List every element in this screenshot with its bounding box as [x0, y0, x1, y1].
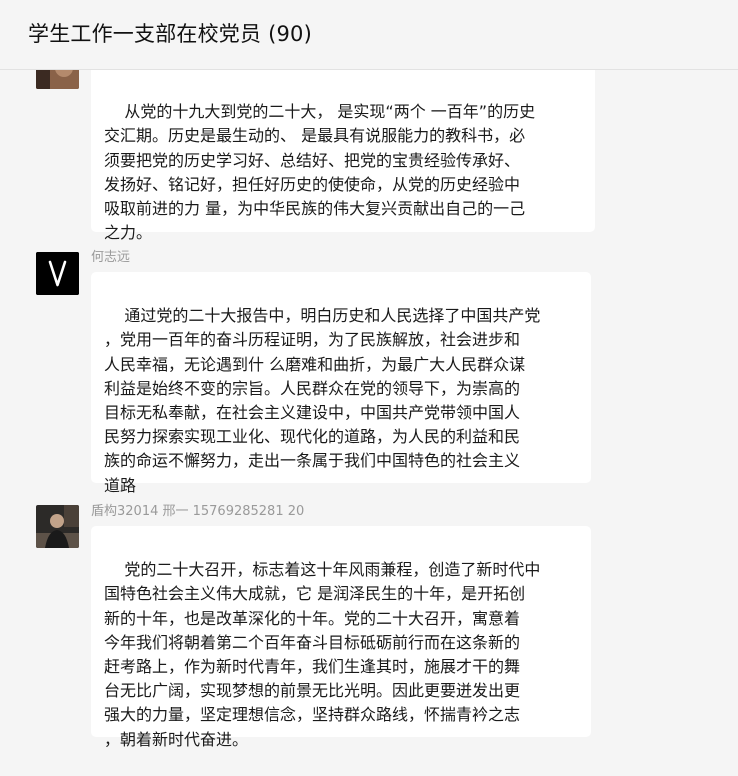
message-text: 通过党的二十大报告中，明白历史和人民选择了中国共产党 ，党用一百年的奋斗历程证明… [104, 306, 541, 495]
chat-title: 学生工作一支部在校党员 (90) [28, 22, 312, 46]
message-list[interactable]: 从党的十九大到党的二十大， 是实现“两个 一百年”的历史 交汇期。历史是最生动的… [0, 0, 738, 749]
photo-avatar-icon [36, 46, 79, 89]
message-text: 从党的十九大到党的二十大， 是实现“两个 一百年”的历史 交汇期。历史是最生动的… [104, 102, 536, 243]
message-bubble[interactable]: 党的二十大召开，标志着这十年风雨兼程，创造了新时代中 国特色社会主义伟大成就，它… [91, 526, 591, 749]
avatar[interactable] [36, 505, 79, 548]
chat-header: 学生工作一支部在校党员 (90) [0, 0, 738, 70]
message-text: 党的二十大召开，标志着这十年风雨兼程，创造了新时代中 国特色社会主义伟大成就，它… [104, 560, 541, 749]
person-photo-avatar-icon [36, 505, 79, 548]
avatar[interactable] [36, 252, 79, 295]
v-letter-avatar-icon [36, 252, 79, 295]
message-bubble[interactable]: 从党的十九大到党的二十大， 是实现“两个 一百年”的历史 交汇期。历史是最生动的… [91, 45, 595, 242]
message-bubble[interactable]: 通过党的二十大报告中，明白历史和人民选择了中国共产党 ，党用一百年的奋斗历程证明… [91, 272, 591, 495]
sender-name[interactable]: 何志远 [91, 246, 130, 265]
sender-name[interactable]: 盾构32014 邢一 15769285281 20 [91, 500, 304, 519]
